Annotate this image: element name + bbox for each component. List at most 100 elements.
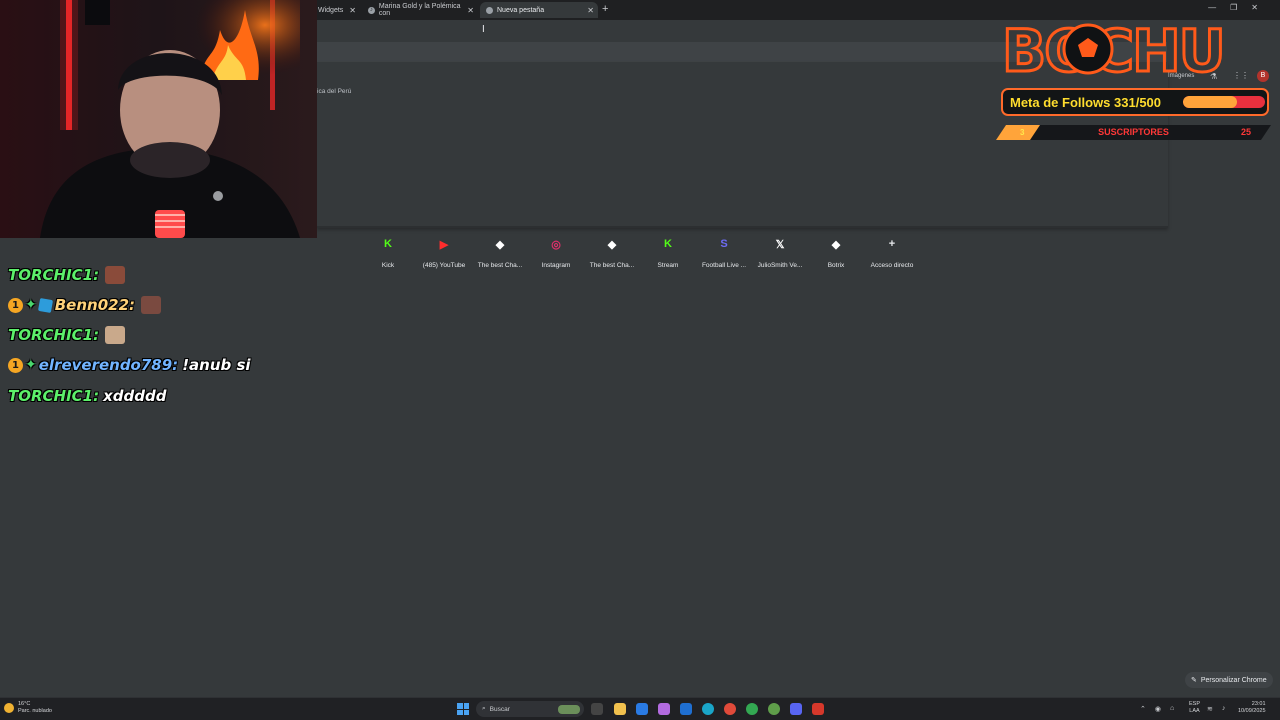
shortcut-tile[interactable]: + Acceso directo [864,234,920,269]
shortcut-tile[interactable]: K Stream [640,234,696,269]
wifi-icon[interactable]: ≋ [1207,705,1213,713]
webcam-feed [0,0,317,238]
chat-username: elreverendo789: [38,356,179,374]
shortcut-label: The best Cha... [477,262,523,269]
x-icon: 𝕏 [775,238,785,251]
copilot-icon[interactable] [658,703,670,715]
language-indicator[interactable]: ESP LAA [1189,701,1200,715]
sparkle-badge-icon: ✦ [25,357,37,373]
chrome-taskbar-icon[interactable] [724,703,736,715]
shortcut-tile[interactable]: 𝕏 JulioSmith Ve... [752,234,808,270]
follows-goal-widget: Meta de Follows 331/500 [1001,88,1269,116]
chat-message: 1 ✦ elreverendo789: !anub si [8,353,251,377]
follows-goal-label: Meta de Follows 331/500 [1010,94,1162,110]
keyboard-layout: LAA [1189,708,1200,714]
clock-time: 23:01 [1251,701,1266,707]
plus-icon: + [888,238,896,250]
images-link[interactable]: Imágenes [1168,73,1194,79]
chat-text: !anub si [182,356,251,374]
start-button[interactable] [457,703,469,715]
tab-title: Marina Gold y la Polémica con [378,3,461,17]
outlook-icon[interactable] [680,703,692,715]
file-explorer-icon[interactable] [614,703,626,715]
discord-icon[interactable] [790,703,802,715]
tray-app-icon[interactable]: ◉ [1155,705,1161,713]
chat-username: Benn022: [54,296,136,314]
customize-label: Personalizar Chrome [1200,676,1267,684]
shortcut-tile[interactable]: S Football Live ... [696,234,752,269]
follows-progress-bar [1183,96,1265,108]
shortcut-tiles: K Kick ▶ (485) YouTube ◆ The best Cha... ◎ Inst… [360,234,940,274]
close-icon[interactable]: ✕ [349,6,356,15]
shortcut-label: Kick [381,262,395,269]
chat-username: TORCHIC1: [8,387,100,405]
volume-icon[interactable]: ♪ [1222,705,1226,713]
tab-widgets[interactable]: Widgets ✕ [312,2,360,18]
windows-taskbar: 16°C Parc. nublado ⌕ Buscar ⌃ ◉ ⌂ ESP LA… [0,697,1280,720]
clock-date: 10/09/2025 [1238,708,1266,714]
close-icon[interactable]: ✕ [587,6,594,15]
search-placeholder: Buscar [489,705,510,713]
taskbar-search[interactable]: ⌕ Buscar [476,701,584,717]
close-window-icon[interactable]: ✕ [1251,3,1258,12]
tab-nueva-pestana[interactable]: Nueva pestaña ✕ [480,2,598,18]
shortcut-tile[interactable]: ◆ The best Cha... [472,234,528,270]
diamond-icon: ◆ [831,238,841,251]
bochu-logo: BOCHU [1001,16,1228,87]
shortcut-label: Botrix [827,262,845,269]
weather-widget[interactable]: 16°C Parc. nublado [4,701,52,715]
shortcut-tile[interactable]: ◎ Instagram [528,234,584,270]
pencil-icon: ✎ [1191,677,1197,684]
clock[interactable]: 23:01 10/09/2025 [1238,701,1266,715]
chat-message: TORCHIC1: [8,263,126,287]
edge-icon[interactable] [702,703,714,715]
new-tab-button[interactable]: + [602,3,608,15]
chat-emote-icon [141,296,162,314]
chevron-up-icon[interactable]: ⌃ [1140,705,1146,713]
chrome-profile-icon[interactable] [746,703,758,715]
shortcut-tile[interactable]: ▶ (485) YouTube [416,234,472,270]
tab-title: Widgets [318,6,344,14]
shortcut-label: JulioSmith Ve... [757,262,803,269]
chat-username: TORCHIC1: [8,326,100,344]
system-tray: ⌃ ◉ ⌂ [1140,705,1174,713]
shortcut-tile[interactable]: ◆ The best Cha... [584,234,640,270]
tab-marina-gold[interactable]: ♪ Marina Gold y la Polémica con ✕ [362,2,478,18]
labs-icon[interactable]: ⚗ [1210,72,1217,81]
chrome-profile-2-icon[interactable] [768,703,780,715]
shortcut-label: Football Live ... [701,262,747,269]
follows-progress-fill [1183,96,1238,108]
subscribers-widget: 3 SUSCRIPTORES 25 [996,125,1271,140]
weather-temp: 16°C [18,701,31,707]
search-suggestions-panel [317,62,1168,228]
suggestion-fragment[interactable]: ica del Perú [317,88,351,95]
kick-icon: K [384,238,392,250]
customize-chrome-button[interactable]: ✎ Personalizar Chrome [1185,672,1273,688]
task-view-icon[interactable] [591,703,603,715]
chat-emote-icon [105,326,126,344]
text-cursor-icon: I [482,24,485,35]
window-controls: — ❐ ✕ [1208,3,1258,12]
weather-desc: Parc. nublado [18,708,52,714]
shortcut-tile[interactable]: ◆ Botrix [808,234,864,270]
store-icon[interactable] [636,703,648,715]
chat-message: 1 ✦ Benn022: [8,293,162,317]
app-red-icon[interactable] [812,703,824,715]
shortcut-tile[interactable]: K Kick [360,234,416,269]
restore-icon[interactable]: ❐ [1230,3,1237,12]
tab-title: Nueva pestaña [497,6,545,14]
diamond-icon: ◆ [607,238,617,251]
search-highlight-icon [558,704,580,714]
tiktok-icon: ♪ [368,6,375,14]
network-icon[interactable]: ⌂ [1170,705,1174,713]
avatar[interactable]: B [1257,70,1269,82]
apps-grid-icon[interactable]: ⋮⋮ [1233,71,1249,80]
instagram-icon: ◎ [551,238,561,251]
sparkle-badge-icon: ✦ [25,297,37,313]
kick-icon: K [664,238,672,250]
shortcut-label: (485) YouTube [422,262,466,269]
search-icon: ⌕ [482,705,486,712]
close-icon[interactable]: ✕ [467,6,474,15]
subs-right-count: 25 [1240,127,1251,137]
minimize-icon[interactable]: — [1208,3,1216,12]
